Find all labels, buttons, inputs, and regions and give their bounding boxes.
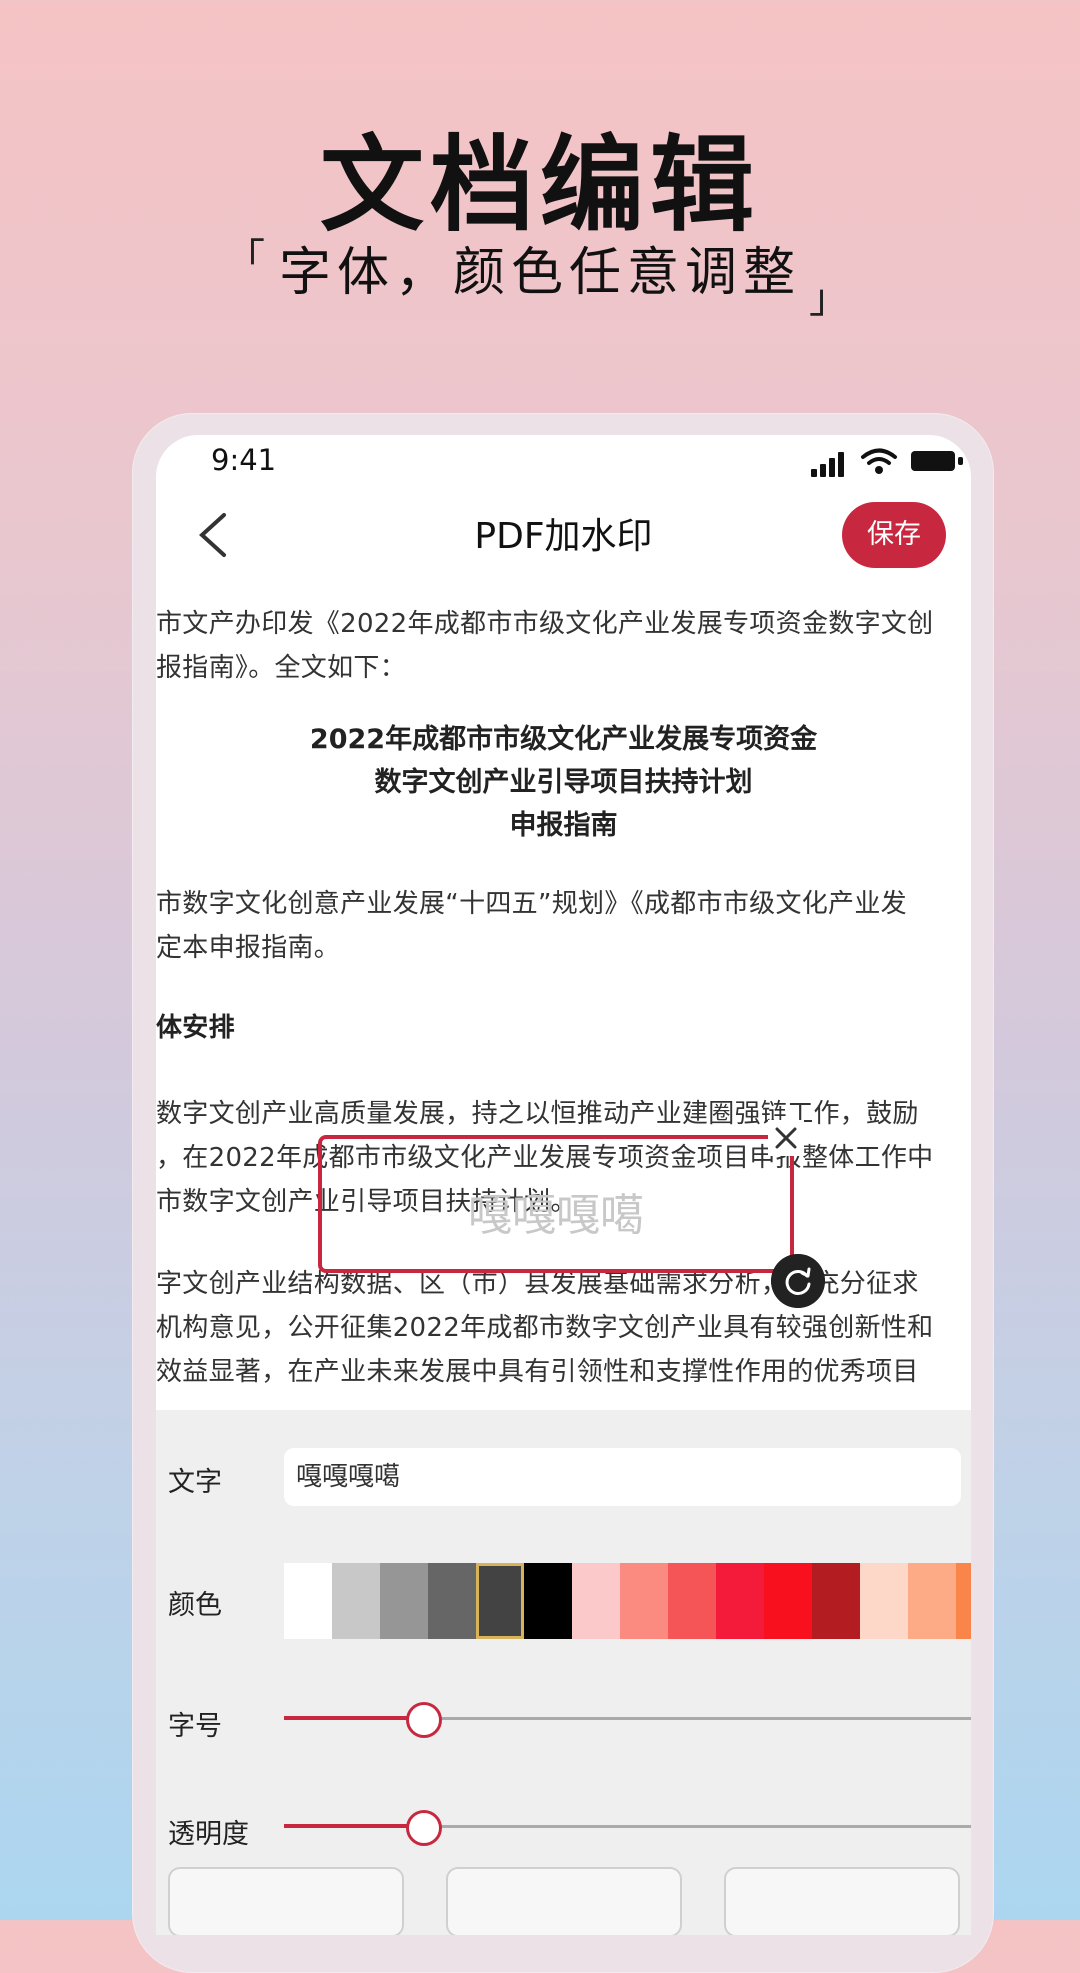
watermark-text-input[interactable]: 嘎嘎嘎噶 bbox=[284, 1448, 961, 1506]
rotate-icon[interactable] bbox=[771, 1254, 825, 1308]
doc-title-line: 申报指南 bbox=[509, 810, 618, 841]
doc-title-line: 2022年成都市市级文化产业发展专项资金 bbox=[309, 724, 818, 755]
bracket-left: 「 bbox=[224, 236, 271, 282]
color-swatch[interactable] bbox=[668, 1563, 716, 1639]
color-swatch[interactable] bbox=[956, 1563, 971, 1639]
panel-button-3[interactable] bbox=[724, 1867, 960, 1935]
color-swatch[interactable] bbox=[812, 1563, 860, 1639]
color-swatch[interactable] bbox=[284, 1563, 332, 1639]
color-swatch[interactable] bbox=[860, 1563, 908, 1639]
color-swatch[interactable] bbox=[908, 1563, 956, 1639]
color-swatch[interactable] bbox=[620, 1563, 668, 1639]
panel-button-2[interactable] bbox=[446, 1867, 682, 1935]
opacity-slider[interactable] bbox=[284, 1810, 971, 1846]
close-icon[interactable] bbox=[768, 1120, 804, 1156]
promo-subtitle-text: 字体，颜色任意调整 bbox=[278, 243, 801, 303]
doc-line: 效益显著，在产业未来发展中具有引领性和支撑性作用的优秀项目 bbox=[156, 1357, 919, 1387]
bracket-right: 」 bbox=[809, 276, 855, 322]
size-label: 字号 bbox=[168, 1711, 222, 1742]
color-swatch[interactable] bbox=[380, 1563, 428, 1639]
promo-subtitle: 「字体，颜色任意调整」 bbox=[0, 230, 1080, 322]
status-bar: 9:41 bbox=[156, 435, 971, 485]
color-swatch[interactable] bbox=[332, 1563, 380, 1639]
color-swatch[interactable] bbox=[572, 1563, 620, 1639]
doc-line: 定本申报指南。 bbox=[156, 933, 341, 963]
color-swatch[interactable] bbox=[428, 1563, 476, 1639]
signal-icon bbox=[811, 447, 851, 477]
document-preview: 市文产办印发《2022年成都市市级文化产业发展专项资金数字文创 报指南》。全文如… bbox=[156, 595, 971, 1410]
watermark-text: 嘎嘎嘎噶 bbox=[468, 1190, 644, 1241]
doc-title-line: 数字文创产业引导项目扶持计划 bbox=[374, 767, 753, 798]
color-label: 颜色 bbox=[168, 1590, 222, 1621]
color-swatch[interactable] bbox=[476, 1563, 524, 1639]
promo-title: 文档编辑 bbox=[319, 124, 760, 246]
battery-icon bbox=[911, 451, 963, 471]
slider-thumb[interactable] bbox=[406, 1702, 442, 1738]
edit-panel: 文字 嘎嘎嘎噶 颜色 字号 透明度 bbox=[156, 1410, 971, 1935]
status-icons bbox=[811, 447, 971, 477]
color-swatch[interactable] bbox=[524, 1563, 572, 1639]
doc-line: 机构意见，公开征集2022年成都市数字文创产业具有较强创新性和 bbox=[156, 1313, 934, 1343]
color-swatch-row bbox=[284, 1563, 971, 1639]
doc-line: 市文产办印发《2022年成都市市级文化产业发展专项资金数字文创 bbox=[156, 609, 934, 639]
app-screen: 9:41 PDF加水印 保存 市文产办印发《2022年成都市市级文化产业发展专项… bbox=[156, 435, 971, 1935]
doc-line: 报指南》。全文如下： bbox=[156, 653, 407, 683]
slider-fill bbox=[284, 1716, 421, 1720]
font-size-slider[interactable] bbox=[284, 1702, 971, 1738]
save-button[interactable]: 保存 bbox=[842, 502, 946, 568]
doc-line: 数字文创产业高质量发展，持之以恒推动产业建圈强链工作，鼓励 bbox=[156, 1099, 919, 1129]
status-time: 9:41 bbox=[211, 443, 277, 477]
wifi-icon bbox=[861, 448, 897, 474]
text-label: 文字 bbox=[168, 1467, 222, 1498]
color-swatch[interactable] bbox=[716, 1563, 764, 1639]
doc-section-heading: 体安排 bbox=[156, 1013, 235, 1043]
opacity-label: 透明度 bbox=[168, 1819, 249, 1850]
watermark-box[interactable]: 嘎嘎嘎噶 bbox=[318, 1135, 794, 1273]
color-swatch[interactable] bbox=[764, 1563, 812, 1639]
panel-button-1[interactable] bbox=[168, 1867, 404, 1935]
nav-bar: PDF加水印 保存 bbox=[156, 485, 971, 585]
doc-line: 市数字文化创意产业发展“十四五”规划》《成都市市级文化产业发 bbox=[156, 889, 907, 919]
slider-fill bbox=[284, 1824, 421, 1828]
slider-thumb[interactable] bbox=[406, 1810, 442, 1846]
